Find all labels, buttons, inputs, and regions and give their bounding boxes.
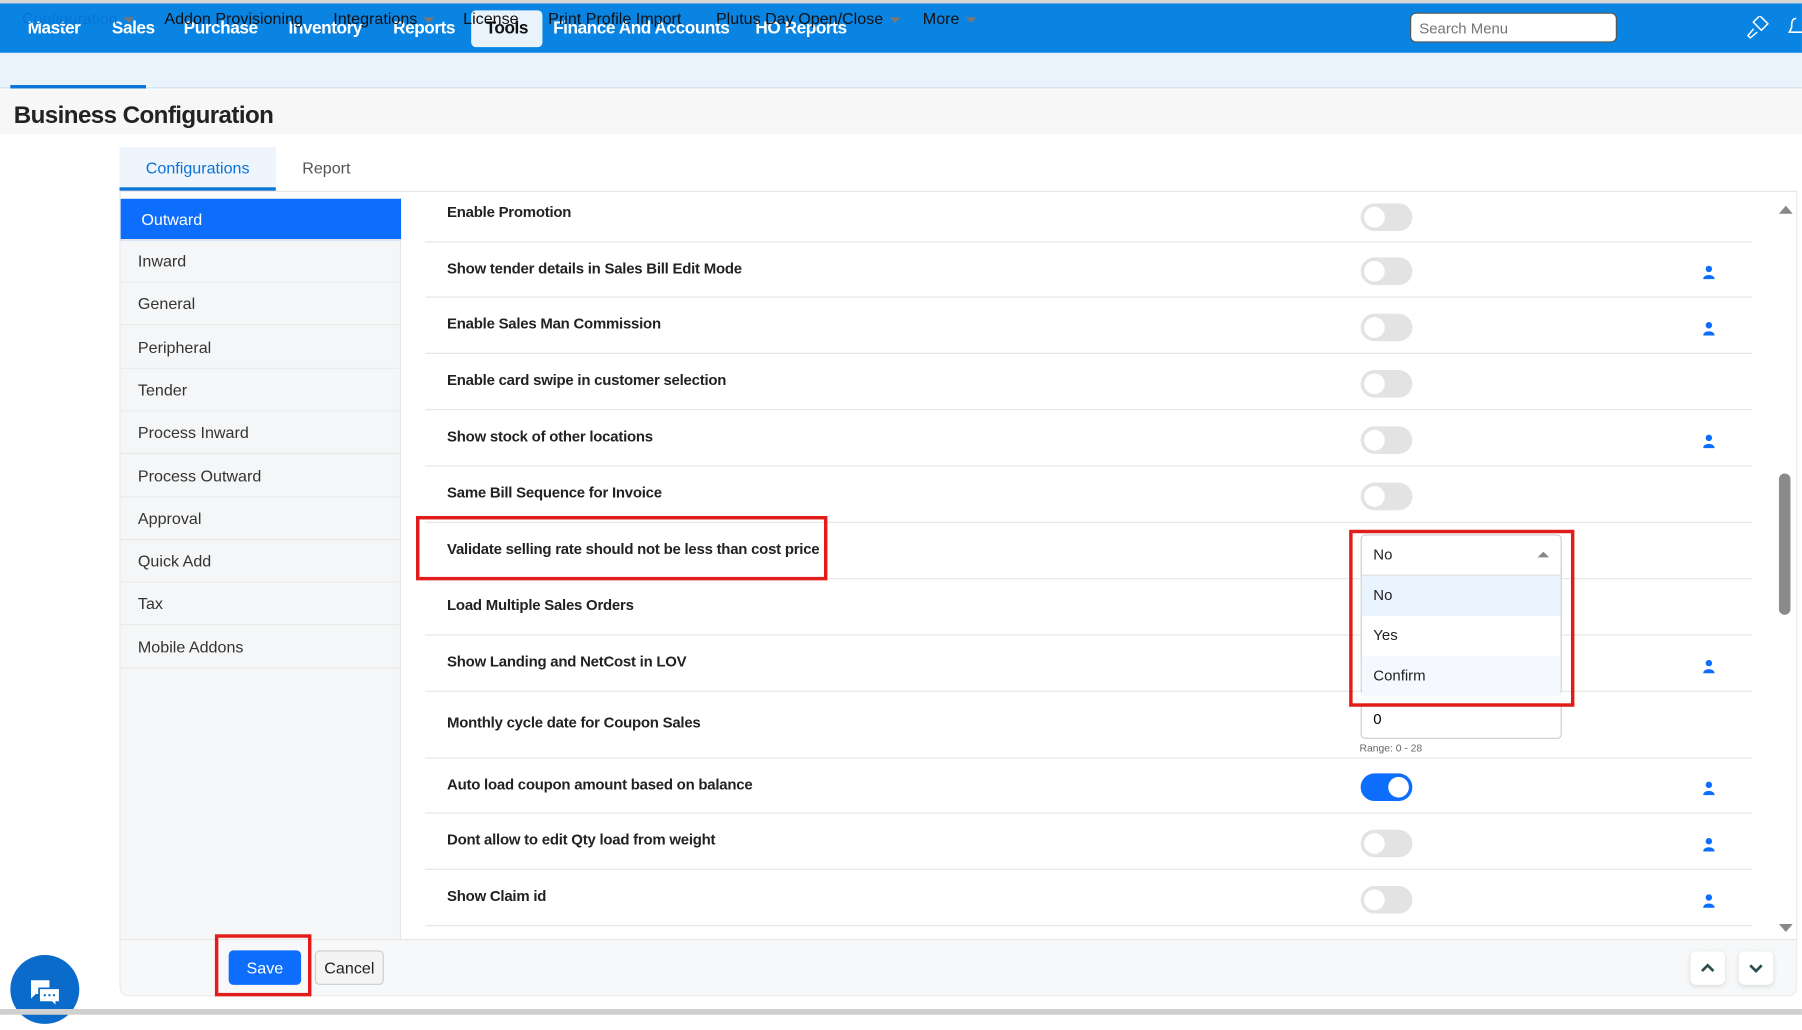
coupon-cycle-date-input[interactable]: 0 bbox=[1360, 703, 1562, 739]
side-menu-item-inward[interactable]: Inward bbox=[120, 240, 402, 283]
setting-toggle[interactable] bbox=[1360, 885, 1413, 914]
subnav-label: License bbox=[463, 9, 519, 28]
side-menu-item-tender[interactable]: Tender bbox=[120, 369, 402, 412]
user-icon bbox=[1703, 433, 1715, 448]
app-window: Master Sales Purchase Inventory Reports Tools… bbox=[0, 0, 1802, 1024]
highlight-box-dropdown bbox=[1349, 529, 1575, 707]
user-icon bbox=[1703, 658, 1715, 673]
setting-label: Enable card swipe in customer selection bbox=[447, 371, 727, 389]
user-icon bbox=[1703, 264, 1715, 280]
setting-toggle[interactable] bbox=[1360, 425, 1413, 454]
side-menu-item-mobile-addons[interactable]: Mobile Addons bbox=[120, 626, 402, 669]
scroll-down-arrow[interactable] bbox=[1778, 923, 1793, 933]
subnav-configuration[interactable]: Configuration bbox=[21, 9, 135, 28]
setting-label: Same Bill Sequence for Invoice bbox=[447, 483, 662, 502]
user-icon bbox=[1703, 892, 1715, 908]
highlight-box-setting bbox=[416, 515, 828, 581]
setting-label: Monthly cycle date for Coupon Sales bbox=[447, 713, 701, 731]
subnav-license[interactable]: License bbox=[463, 9, 518, 27]
bottom-bar bbox=[0, 1008, 1802, 1015]
active-subnav-underline bbox=[10, 85, 146, 89]
setting-label: Show Landing and NetCost in LOV bbox=[447, 652, 687, 670]
chevron-down-icon bbox=[965, 17, 977, 23]
chevron-up-icon bbox=[1700, 963, 1715, 973]
scroll-top-button[interactable] bbox=[1690, 951, 1725, 985]
setting-label: Show tender details in Sales Bill Edit M… bbox=[447, 259, 742, 277]
setting-row: Enable Promotion bbox=[425, 190, 1753, 243]
search-menu-input[interactable] bbox=[1410, 12, 1617, 43]
side-menu-item-outward[interactable]: Outward bbox=[120, 198, 402, 241]
setting-row: Same Bill Sequence for Invoice bbox=[425, 467, 1753, 523]
scroll-up-arrow[interactable] bbox=[1778, 205, 1793, 214]
setting-toggle[interactable] bbox=[1360, 482, 1413, 510]
setting-row: Show Claim id bbox=[425, 870, 1753, 927]
subnav-print-profile-import[interactable]: Print Profile Import bbox=[548, 9, 681, 27]
setting-label: Show stock of other locations bbox=[447, 427, 653, 445]
subnav-label: More bbox=[922, 9, 960, 28]
setting-label: Enable Sales Man Commission bbox=[447, 314, 661, 333]
setting-toggle[interactable] bbox=[1360, 829, 1413, 857]
side-menu-item-process-inward[interactable]: Process Inward bbox=[120, 412, 402, 455]
tab-report[interactable]: Report bbox=[290, 147, 364, 191]
subnav-addon-provisioning[interactable]: Addon Provisioning bbox=[164, 9, 303, 27]
chevron-down-icon bbox=[888, 17, 901, 23]
highlight-box-save bbox=[214, 934, 312, 997]
setting-row: Show stock of other locations bbox=[425, 410, 1753, 467]
setting-row: Enable card swipe in customer selection bbox=[425, 354, 1753, 411]
subnav-label: Configuration bbox=[21, 9, 118, 28]
chevron-down-icon bbox=[1749, 964, 1763, 974]
subnav-label: Print Profile Import bbox=[548, 9, 682, 28]
setting-label: Dont allow to edit Qty load from weight bbox=[447, 830, 716, 849]
setting-toggle[interactable] bbox=[1360, 313, 1413, 341]
setting-label: Enable Promotion bbox=[447, 203, 572, 221]
setting-toggle[interactable] bbox=[1360, 203, 1413, 231]
setting-toggle[interactable] bbox=[1360, 773, 1413, 801]
subnav-more[interactable]: More bbox=[922, 9, 977, 28]
sub-nav bbox=[0, 52, 1802, 89]
subnav-label: Plutus Day Open/Close bbox=[715, 9, 884, 28]
side-menu-item-tax[interactable]: Tax bbox=[120, 583, 402, 626]
setting-toggle[interactable] bbox=[1360, 369, 1413, 398]
bell-icon[interactable] bbox=[1788, 16, 1802, 39]
side-menu-item-general[interactable]: General bbox=[120, 283, 402, 326]
subnav-label: Addon Provisioning bbox=[164, 9, 303, 28]
paintbrush-icon[interactable] bbox=[1744, 16, 1769, 41]
page-title: Business Configuration bbox=[13, 102, 274, 129]
setting-row: Auto load coupon amount based on balance bbox=[425, 758, 1753, 814]
setting-row: Show tender details in Sales Bill Edit M… bbox=[425, 242, 1753, 298]
cancel-button[interactable]: Cancel bbox=[314, 950, 384, 985]
side-menu-item-process-outward[interactable]: Process Outward bbox=[120, 455, 402, 498]
side-menu-item-quick-add[interactable]: Quick Add bbox=[120, 540, 402, 583]
user-icon bbox=[1703, 836, 1715, 851]
setting-row: Dont allow to edit Qty load from weight bbox=[425, 814, 1753, 870]
setting-toggle[interactable] bbox=[1360, 257, 1413, 286]
side-menu-item-approval[interactable]: Approval bbox=[120, 497, 402, 540]
chevron-down-icon bbox=[123, 17, 135, 23]
setting-row: Enable Sales Man Commission bbox=[425, 298, 1753, 354]
user-icon bbox=[1703, 320, 1715, 335]
tab-configurations[interactable]: Configurations bbox=[119, 147, 276, 191]
subnav-label: Integrations bbox=[333, 9, 418, 28]
user-icon bbox=[1703, 780, 1715, 796]
scroll-bottom-button[interactable] bbox=[1738, 951, 1774, 985]
scrollbar-thumb[interactable] bbox=[1778, 473, 1791, 615]
subnav-plutus-day-open-close[interactable]: Plutus Day Open/Close bbox=[715, 9, 901, 28]
setting-label: Auto load coupon amount based on balance bbox=[447, 775, 753, 793]
range-hint: Range: 0 - 28 bbox=[1359, 742, 1423, 754]
side-menu-item-peripheral[interactable]: Peripheral bbox=[120, 326, 402, 369]
chevron-down-icon bbox=[423, 17, 435, 23]
subnav-integrations[interactable]: Integrations bbox=[333, 9, 435, 28]
setting-label: Show Claim id bbox=[447, 887, 547, 905]
setting-label: Load Multiple Sales Orders bbox=[447, 596, 634, 614]
